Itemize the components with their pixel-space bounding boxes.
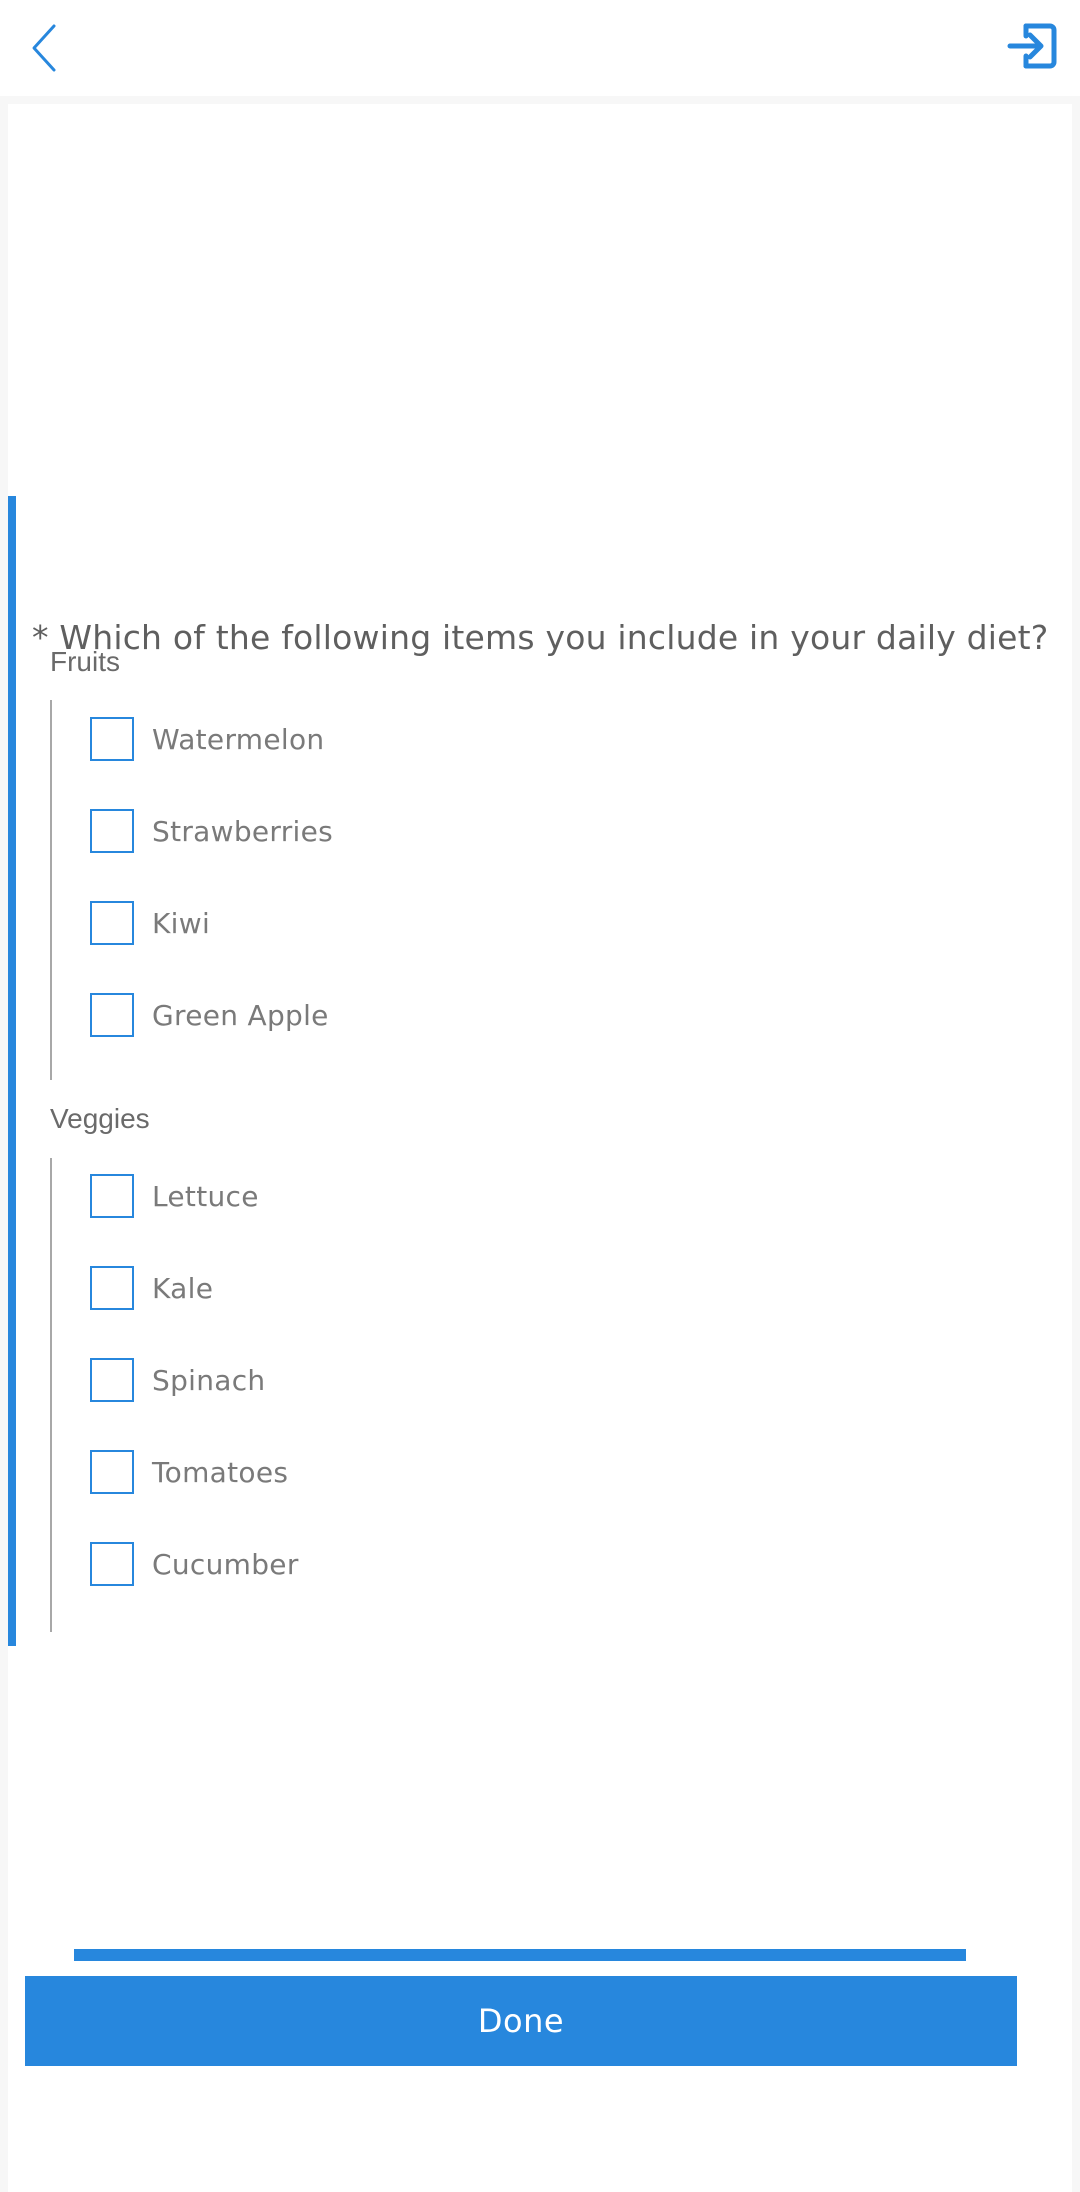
option-strawberries[interactable]: Strawberries (90, 806, 333, 856)
top-bar (0, 0, 1080, 96)
checkbox[interactable] (90, 901, 134, 945)
option-label: Spinach (152, 1363, 266, 1397)
option-kiwi[interactable]: Kiwi (90, 898, 210, 948)
option-label: Cucumber (152, 1547, 299, 1581)
checkbox[interactable] (90, 809, 134, 853)
option-green-apple[interactable]: Green Apple (90, 990, 329, 1040)
option-tomatoes[interactable]: Tomatoes (90, 1447, 288, 1497)
group-divider-veggies (50, 1158, 52, 1632)
checkbox[interactable] (90, 1450, 134, 1494)
option-label: Green Apple (152, 998, 329, 1032)
exit-button[interactable] (1002, 16, 1062, 76)
checkbox[interactable] (90, 1358, 134, 1402)
progress-fill (74, 1949, 966, 1961)
option-label: Kiwi (152, 906, 211, 940)
option-lettuce[interactable]: Lettuce (90, 1171, 259, 1221)
option-label: Lettuce (152, 1179, 259, 1213)
group-divider-fruits (50, 700, 52, 1080)
option-label: Tomatoes (152, 1455, 289, 1489)
group-label-veggies: Veggies (50, 1103, 150, 1134)
back-button[interactable] (14, 18, 74, 78)
exit-icon (1007, 23, 1057, 69)
option-label: Watermelon (152, 722, 325, 756)
group-label-fruits: Fruits (50, 646, 120, 677)
checkbox[interactable] (90, 717, 134, 761)
checkbox[interactable] (90, 993, 134, 1037)
chevron-left-icon (32, 24, 56, 72)
checkbox[interactable] (90, 1266, 134, 1310)
progress-bar (74, 1949, 966, 1961)
done-button[interactable]: Done (25, 1976, 1017, 2066)
checkbox[interactable] (90, 1174, 134, 1218)
question-title: * Which of the following items you inclu… (32, 618, 1049, 657)
survey-card: * Which of the following items you inclu… (8, 104, 1072, 2192)
option-watermelon[interactable]: Watermelon (90, 714, 324, 764)
option-label: Kale (152, 1271, 214, 1305)
option-label: Strawberries (152, 814, 334, 848)
option-cucumber[interactable]: Cucumber (90, 1539, 299, 1589)
option-spinach[interactable]: Spinach (90, 1355, 265, 1405)
question-accent-bar (8, 496, 16, 1646)
checkbox[interactable] (90, 1542, 134, 1586)
option-kale[interactable]: Kale (90, 1263, 213, 1313)
question-block: * Which of the following items you inclu… (8, 496, 1072, 1646)
